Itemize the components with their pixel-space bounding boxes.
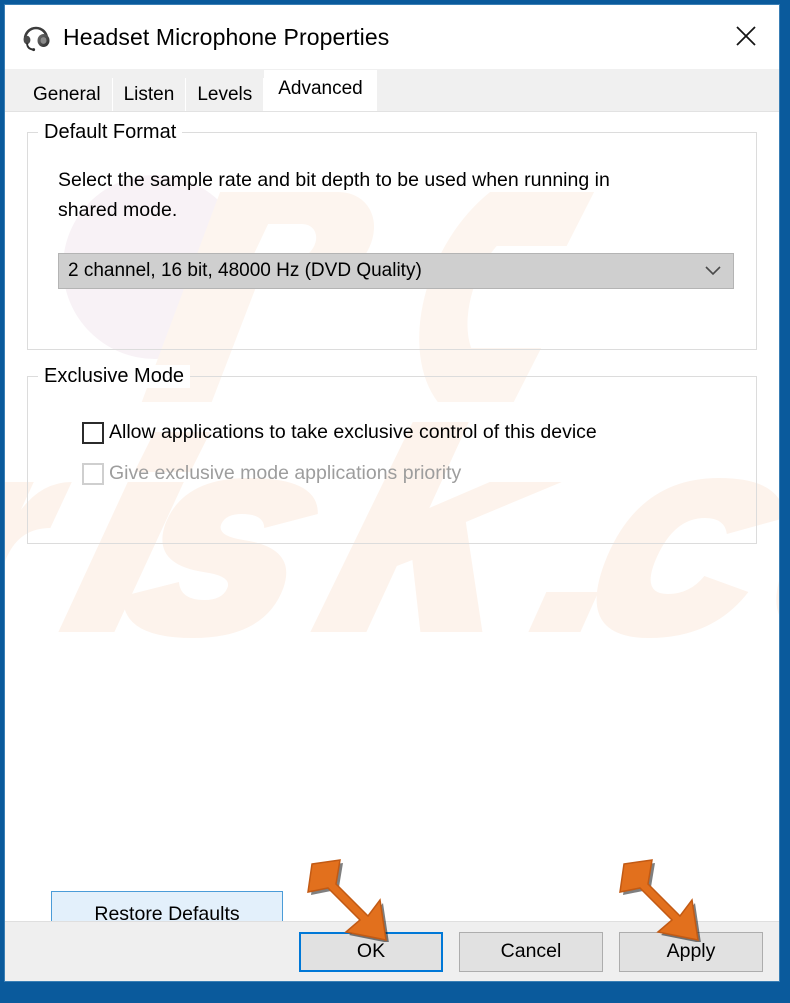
tab-advanced[interactable]: Advanced — [264, 70, 377, 111]
checkbox-exclusive-mode-priority-label: Give exclusive mode applications priorit… — [109, 462, 462, 484]
tab-content-advanced: Default Format Select the sample rate an… — [5, 111, 779, 921]
ok-button[interactable]: OK — [299, 931, 443, 972]
properties-dialog-window: Headset Microphone Properties General Li… — [4, 4, 780, 982]
close-button[interactable] — [713, 5, 779, 67]
close-icon — [736, 26, 756, 46]
checkbox-allow-exclusive-control[interactable] — [82, 421, 104, 444]
cancel-button[interactable]: Cancel — [459, 931, 603, 972]
default-format-combobox[interactable]: 2 channel, 16 bit, 48000 Hz (DVD Quality… — [58, 253, 734, 289]
headset-icon — [19, 20, 53, 54]
chevron-down-icon — [705, 266, 721, 276]
title-bar: Headset Microphone Properties — [5, 5, 779, 69]
tab-levels[interactable]: Levels — [186, 78, 265, 111]
restore-defaults-button[interactable]: Restore Defaults — [51, 891, 283, 921]
checkbox-row-allow-exclusive-control[interactable]: Allow applications to take exclusive con… — [82, 421, 734, 444]
checkbox-allow-exclusive-control-label: Allow applications to take exclusive con… — [109, 421, 597, 443]
group-default-format-legend: Default Format — [38, 121, 183, 144]
tab-general[interactable]: General — [22, 78, 113, 111]
tab-strip: General Listen Levels Advanced — [5, 69, 779, 111]
dialog-button-bar: OK Cancel Apply — [5, 921, 779, 981]
tab-listen[interactable]: Listen — [112, 78, 187, 111]
checkbox-exclusive-mode-priority — [82, 462, 104, 485]
apply-button[interactable]: Apply — [619, 931, 763, 972]
group-default-format: Default Format Select the sample rate an… — [27, 121, 757, 350]
default-format-description: Select the sample rate and bit depth to … — [58, 169, 610, 221]
window-title: Headset Microphone Properties — [63, 23, 390, 50]
default-format-combobox-value: 2 channel, 16 bit, 48000 Hz (DVD Quality… — [68, 260, 422, 281]
checkbox-row-exclusive-priority: Give exclusive mode applications priorit… — [82, 462, 734, 485]
group-exclusive-mode-legend: Exclusive Mode — [38, 365, 191, 388]
desktop-background: Headset Microphone Properties General Li… — [0, 0, 790, 1003]
group-exclusive-mode: Exclusive Mode Allow applications to tak… — [27, 365, 757, 544]
